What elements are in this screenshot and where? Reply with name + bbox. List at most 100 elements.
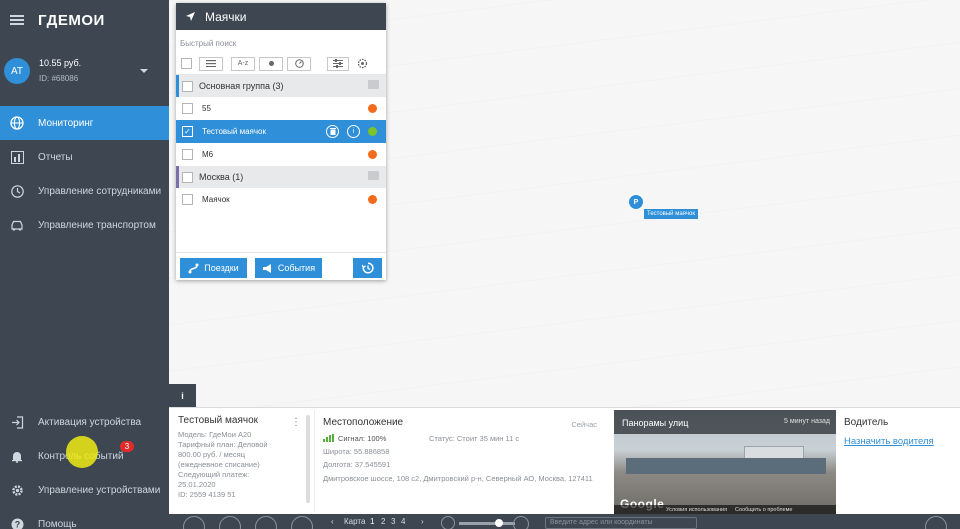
gear-icon [10, 483, 24, 497]
sidebar-item-monitoring[interactable]: Мониторинг [0, 106, 169, 140]
group-checkbox[interactable] [182, 80, 193, 92]
sidebar-item-label: Управление транспортом [38, 219, 156, 231]
map-page-label: Карта [344, 517, 366, 526]
item-checkbox-checked[interactable]: ✓ [182, 126, 193, 137]
person-icon[interactable] [183, 516, 205, 529]
sidebar-item-employees[interactable]: Управление сотрудниками [0, 174, 169, 208]
options-button[interactable] [353, 56, 371, 71]
sliders-icon [333, 59, 343, 68]
more-options-icon[interactable]: ⋮ [291, 417, 301, 428]
bell-icon [10, 449, 24, 463]
copy-icon[interactable] [219, 516, 241, 529]
driver-card: Водитель Назначить водителя [844, 417, 934, 447]
list-view-button[interactable] [199, 56, 223, 71]
account-switcher[interactable]: AT 10.55 руб. ID: #68086 [0, 40, 169, 102]
filter-settings-button[interactable] [327, 56, 349, 71]
device-tariff: Тарифный план: Деловой [178, 440, 268, 449]
panel-toolbar: A-z [176, 53, 386, 75]
street-view[interactable]: Панорамы улиц 5 минут назад Google Услов… [614, 410, 836, 514]
app-logo[interactable]: ГДЕМОИ [38, 12, 105, 29]
list-icon [206, 60, 216, 67]
item-checkbox[interactable] [182, 194, 193, 205]
chat-icon[interactable] [368, 80, 379, 89]
pin-icon[interactable] [291, 516, 313, 529]
zoom-slider[interactable] [459, 522, 515, 525]
panorama-fence [626, 458, 826, 474]
trips-button[interactable]: Поездки [180, 258, 247, 278]
trips-label: Поездки [204, 263, 239, 273]
sidebar-item-label: Мониторинг [38, 117, 94, 129]
device-title: Тестовый маячок [178, 415, 258, 426]
item-checkbox[interactable] [182, 149, 193, 160]
page-4[interactable]: 4 [401, 517, 405, 526]
sidebar-item-help[interactable]: ? Помощь [0, 507, 169, 529]
group-moscow[interactable]: Москва (1) [176, 166, 386, 188]
details-strip: Тестовый маячок ⋮ Модель: ГдеМои А20 Тар… [169, 407, 960, 514]
scrollbar[interactable] [306, 415, 310, 503]
page-2[interactable]: 2 [381, 517, 385, 526]
report-link[interactable]: Сообщить о проблеме [735, 507, 792, 513]
sidebar-item-devices[interactable]: Управление устройствами [0, 473, 169, 507]
route-icon [188, 263, 199, 273]
info-toggle-button[interactable]: i [169, 384, 196, 407]
cog-icon [357, 58, 367, 69]
address-search-input[interactable]: Введите адрес или координаты [545, 517, 697, 529]
compass-icon[interactable] [925, 516, 947, 529]
chevron-right-icon[interactable]: › [421, 517, 424, 526]
panorama-title: Панорамы улиц [622, 418, 689, 428]
history-icon [361, 262, 374, 274]
list-item-selected[interactable]: ✓ Тестовый маячок i [176, 120, 386, 143]
select-all-checkbox[interactable] [181, 58, 192, 69]
map-marker[interactable]: P [628, 194, 644, 210]
delete-icon[interactable] [326, 125, 339, 138]
history-button[interactable] [353, 258, 382, 278]
zoom-in-icon[interactable] [513, 516, 529, 529]
group-name: Основная группа (3) [199, 81, 284, 91]
sidebar-item-reports[interactable]: Отчеты [0, 140, 169, 174]
page-3[interactable]: 3 [391, 517, 395, 526]
time-sort-button[interactable] [287, 56, 311, 71]
events-label: События [277, 263, 316, 273]
chart-icon [10, 150, 24, 164]
status-sort-button[interactable] [259, 56, 283, 71]
list-item[interactable]: М6 [176, 143, 386, 166]
cursor-highlight [66, 436, 98, 468]
list-item[interactable]: Маячок [176, 188, 386, 211]
zoom-slider-handle[interactable] [495, 519, 503, 527]
sidebar-item-activation[interactable]: Активация устройства [0, 405, 169, 439]
sort-az-button[interactable]: A-z [231, 56, 255, 71]
device-next-payment: Следующий платеж: [178, 470, 250, 479]
gauge-icon [294, 59, 304, 68]
latitude: Широта: 55.886858 [323, 447, 390, 456]
item-name: М6 [202, 150, 214, 159]
account-id: ID: #68086 [39, 74, 79, 83]
menu-icon[interactable] [10, 15, 24, 25]
sidebar-item-transport[interactable]: Управление транспортом [0, 208, 169, 242]
list-item[interactable]: 55 [176, 97, 386, 120]
page-current[interactable]: 1 [370, 517, 374, 526]
chat-icon[interactable] [368, 171, 379, 180]
help-icon: ? [10, 517, 24, 529]
location-card: Местоположение Сейчас Сигнал: 100% Стату… [314, 410, 608, 512]
item-name: Тестовый маячок [202, 127, 266, 136]
longitude: Долгота: 37.545591 [323, 460, 391, 469]
group-name: Москва (1) [199, 172, 244, 182]
info-icon[interactable]: i [347, 125, 360, 138]
group-main[interactable]: Основная группа (3) [176, 75, 386, 97]
route-toggle-icon[interactable] [255, 516, 277, 529]
events-button[interactable]: События [255, 258, 322, 278]
group-checkbox[interactable] [182, 171, 193, 183]
item-checkbox[interactable] [182, 103, 193, 114]
assign-driver-link[interactable]: Назначить водителя [844, 436, 934, 447]
zoom-out-icon[interactable] [441, 516, 455, 529]
quick-search-input[interactable]: Быстрый поиск [176, 33, 386, 53]
panel-header: Маячки [176, 3, 386, 30]
chevron-left-icon[interactable]: ‹ [331, 517, 334, 526]
chevron-down-icon[interactable] [140, 69, 148, 73]
svg-text:?: ? [14, 519, 20, 529]
terms-link[interactable]: Условия использования [666, 507, 727, 513]
item-name: Маячок [202, 195, 230, 204]
signal-icon [323, 434, 334, 442]
beacons-panel: Маячки Быстрый поиск A-z Основная группа… [176, 3, 386, 280]
map-marker-label[interactable]: Тестовый маячок [644, 209, 698, 219]
